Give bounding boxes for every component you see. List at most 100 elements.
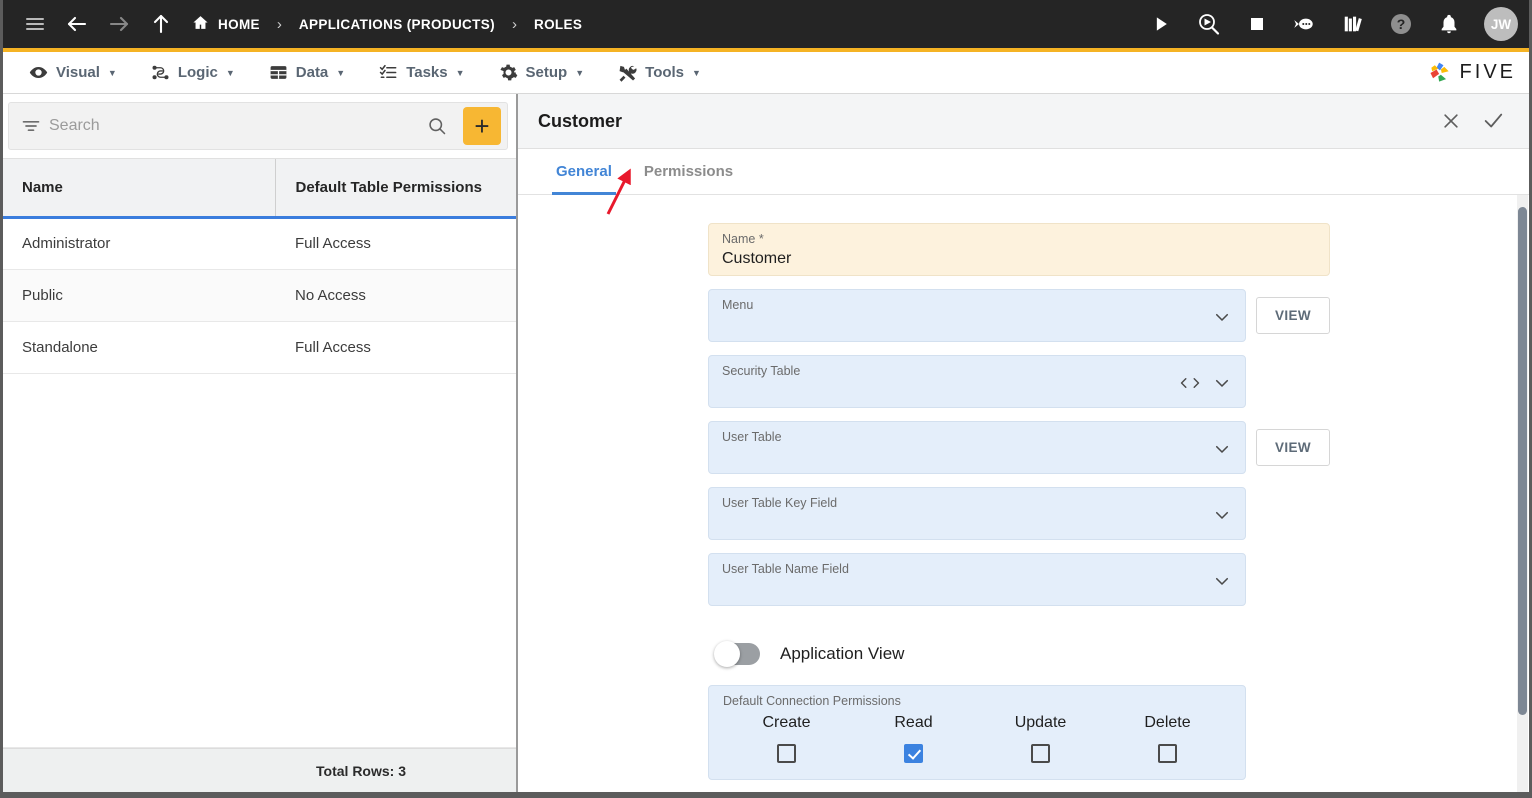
menu-item-label: Setup [525, 64, 568, 81]
notifications-bell-icon[interactable] [1428, 4, 1470, 44]
field-menu-content: Menu [709, 290, 1199, 314]
permission-create: Create [723, 714, 850, 763]
cell-role-name: Public [0, 269, 275, 322]
roles-table-body: Administrator Full Access Public No Acce… [0, 217, 516, 374]
arrow-up-icon[interactable] [140, 4, 182, 44]
scrollbar-thumb[interactable] [1518, 207, 1527, 715]
field-security-table[interactable]: Security Table [708, 355, 1246, 408]
field-security-table-content: Security Table [709, 356, 1165, 380]
menu-item-logic[interactable]: Logic ▼ [134, 52, 252, 93]
field-user-table-name-field-icons [1199, 554, 1245, 607]
permission-label: Read [894, 714, 933, 731]
library-icon[interactable] [1332, 4, 1374, 44]
field-user-table[interactable]: User Table [708, 421, 1246, 474]
column-header-default-table-permissions[interactable]: Default Table Permissions [274, 159, 516, 219]
breadcrumb-item-roles[interactable]: ROLES [530, 17, 586, 32]
cell-role-permissions: No Access [275, 269, 516, 322]
eye-icon [29, 63, 48, 82]
field-label: Menu [722, 298, 754, 312]
view-menu-button[interactable]: VIEW [1256, 297, 1330, 334]
permission-update: Update [977, 714, 1104, 763]
detail-scrollbar[interactable] [1517, 195, 1528, 792]
add-role-button[interactable]: + [463, 107, 501, 145]
total-rows-label: Total Rows: 3 [0, 748, 516, 792]
chevron-down-icon[interactable] [1213, 308, 1231, 326]
code-brackets-icon[interactable] [1179, 375, 1201, 391]
roles-table: Name Default Table Permissions Administr… [0, 159, 516, 374]
table-row[interactable]: Public No Access [0, 269, 516, 322]
menu-item-label: Data [295, 64, 329, 81]
cell-role-permissions: Full Access [275, 217, 516, 270]
breadcrumb-item-applications[interactable]: APPLICATIONS (PRODUCTS) [295, 17, 499, 32]
column-header-name[interactable]: Name [0, 159, 275, 219]
checkbox-update[interactable] [1031, 744, 1050, 763]
chat-bot-icon[interactable] [1284, 4, 1326, 44]
menu-item-data[interactable]: Data ▼ [252, 52, 362, 93]
tab-permissions[interactable]: Permissions [628, 149, 749, 194]
window-bottom-edge [0, 792, 1532, 798]
breadcrumb-label: ROLES [533, 16, 583, 32]
table-row[interactable]: Standalone Full Access [0, 321, 516, 374]
search-icon[interactable] [419, 116, 455, 136]
brand-logo: FIVE [1427, 60, 1532, 86]
table-row[interactable]: Administrator Full Access [0, 217, 516, 270]
field-user-table-key-field[interactable]: User Table Key Field [708, 487, 1246, 540]
menu-item-tasks[interactable]: Tasks ▼ [362, 52, 481, 93]
checklist-icon [379, 63, 398, 82]
checkbox-delete[interactable] [1158, 744, 1177, 763]
field-menu[interactable]: Menu [708, 289, 1246, 342]
menu-item-label: Tasks [406, 64, 448, 81]
chevron-down-icon: ▼ [692, 67, 701, 78]
search-input[interactable] [49, 117, 411, 135]
topbar-actions: ? JW [1140, 4, 1518, 44]
cell-role-permissions: Full Access [275, 321, 516, 374]
field-name[interactable]: Name * Customer [708, 223, 1330, 276]
main-menu-bar: Visual ▼ Logic ▼ Data ▼ Tasks ▼ Setup ▼ … [0, 52, 1532, 94]
help-icon[interactable]: ? [1380, 4, 1422, 44]
field-label: User Table [722, 430, 782, 444]
hamburger-icon[interactable] [14, 4, 56, 44]
filter-icon[interactable] [21, 116, 41, 136]
avatar[interactable]: JW [1484, 7, 1518, 41]
cell-role-name: Administrator [0, 217, 275, 270]
field-user-table-icons [1199, 422, 1245, 475]
check-icon[interactable] [1472, 100, 1514, 142]
breadcrumb-label: HOME [218, 16, 260, 32]
stop-icon[interactable] [1236, 4, 1278, 44]
chevron-down-icon: ▼ [575, 67, 585, 78]
field-label: Security Table [722, 364, 801, 378]
menu-item-visual[interactable]: Visual ▼ [12, 52, 134, 93]
chevron-down-icon[interactable] [1213, 374, 1231, 392]
breadcrumb-item-home[interactable]: HOME [188, 14, 264, 34]
roles-grid: Name Default Table Permissions Administr… [0, 158, 516, 792]
debug-icon[interactable] [1188, 4, 1230, 44]
field-user-table-name-field[interactable]: User Table Name Field [708, 553, 1246, 606]
menu-item-label: Visual [56, 64, 100, 81]
application-view-toggle[interactable] [714, 641, 760, 667]
permissions-box-title: Default Connection Permissions [723, 694, 901, 708]
menu-item-setup[interactable]: Setup ▼ [482, 52, 602, 93]
detail-form: Name * Customer Menu VIEW Security Table… [708, 223, 1330, 780]
run-icon[interactable] [1140, 4, 1182, 44]
field-menu-icons [1199, 290, 1245, 343]
menu-item-tools[interactable]: Tools ▼ [601, 52, 718, 93]
chevron-down-icon[interactable] [1213, 440, 1231, 458]
close-icon[interactable] [1430, 100, 1472, 142]
checkbox-create[interactable] [777, 744, 796, 763]
checkbox-read[interactable] [904, 744, 923, 763]
chevron-down-icon[interactable] [1213, 572, 1231, 590]
arrow-left-icon[interactable] [56, 4, 98, 44]
role-detail-panel: Customer General Permissions Name * Cust… [518, 94, 1532, 792]
field-row-user-table-name-field: User Table Name Field [708, 553, 1330, 619]
tab-general[interactable]: General [540, 149, 628, 195]
top-navigation-bar: HOME › APPLICATIONS (PRODUCTS) › ROLES ?… [0, 0, 1532, 48]
field-row-security-table: Security Table [708, 355, 1330, 421]
field-label: User Table Key Field [722, 496, 838, 510]
chevron-down-icon: ▼ [455, 67, 465, 78]
chevron-down-icon[interactable] [1213, 506, 1231, 524]
view-user-table-button[interactable]: VIEW [1256, 429, 1330, 466]
field-row-menu: Menu VIEW [708, 289, 1330, 355]
field-user-table-key-field-icons [1199, 488, 1245, 541]
breadcrumb: HOME › APPLICATIONS (PRODUCTS) › ROLES [188, 14, 586, 34]
breadcrumb-label: APPLICATIONS (PRODUCTS) [298, 16, 495, 32]
